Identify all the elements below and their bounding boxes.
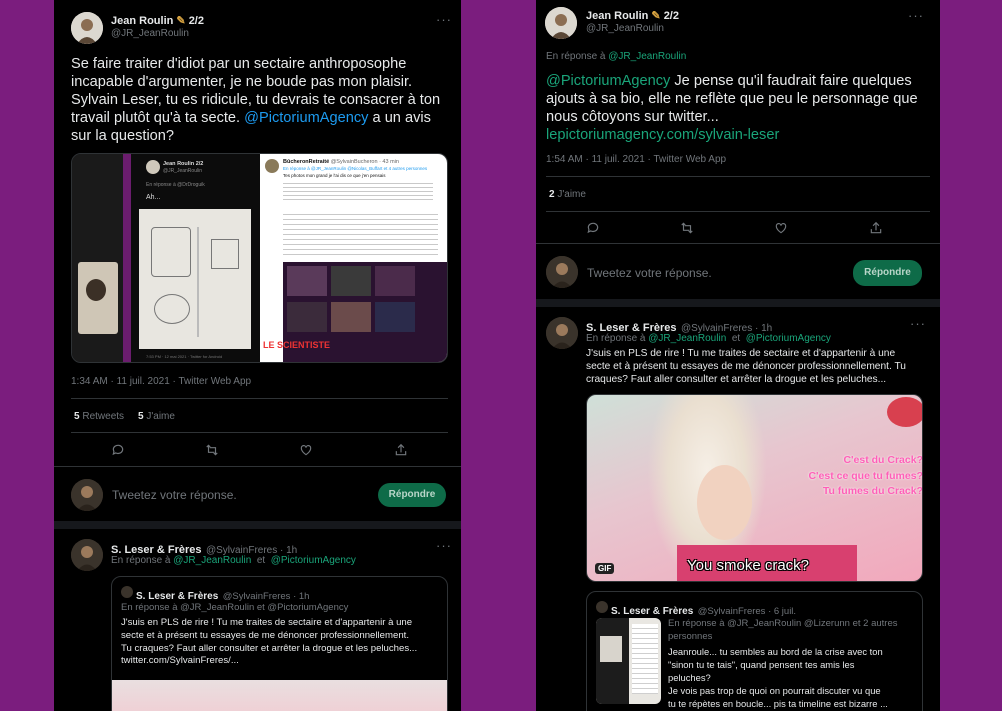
my-avatar[interactable] — [546, 256, 578, 288]
gif-badge: GIF — [595, 563, 615, 574]
divider — [546, 211, 930, 212]
quote-avatar — [596, 601, 608, 613]
share-icon[interactable] — [394, 443, 408, 457]
section-separator — [536, 299, 940, 307]
tweet-text: @PictoriumAgency Je pense qu'il faudrait… — [546, 72, 936, 144]
mention-link[interactable]: @JR_JeanRoulin — [608, 51, 686, 62]
author-handle[interactable]: @JR_JeanRoulin — [586, 23, 664, 34]
retweet-icon[interactable] — [205, 443, 219, 457]
share-icon[interactable] — [869, 221, 883, 235]
reply-context: En réponse à @JR_JeanRoulin et @Pictoriu… — [586, 333, 831, 344]
reply-gif[interactable]: C'est du Crack? C'est ce que tu fumes? T… — [586, 394, 923, 582]
reply-icon[interactable] — [586, 221, 600, 235]
quote-reply-context: En réponse à @JR_JeanRoulin @Lizerunn et… — [668, 618, 898, 642]
right-tweet-panel: Jean Roulin ✎ 2/2 @JR_JeanRoulin ··· En … — [536, 0, 940, 711]
gif-text: C'est du Crack? C'est ce que tu fumes? T… — [808, 454, 923, 497]
author-handle[interactable]: @JR_JeanRoulin — [111, 28, 189, 39]
reply-context: En réponse à @JR_JeanRoulin — [546, 51, 687, 62]
mention-link[interactable]: @PictoriumAgency — [244, 110, 368, 126]
phone-photo — [72, 154, 123, 362]
retweets-count[interactable]: 5 Retweets — [74, 411, 124, 422]
tweet-text: Se faire traiter d'idiot par un sectaire… — [71, 56, 441, 144]
quote-reply-context: En réponse à @JR_JeanRoulin et @Pictoriu… — [121, 602, 349, 613]
quote-text: J'suis en PLS de rire ! Tu me traites de… — [121, 617, 418, 667]
quote-gif-preview — [112, 680, 447, 711]
reply-button[interactable]: Répondre — [853, 260, 922, 286]
reply-icon[interactable] — [111, 443, 125, 457]
quoted-tweet[interactable]: S. Leser & Frères @SylvainFreres · 1h En… — [111, 576, 448, 711]
author-name[interactable]: Jean Roulin ✎ 2/2 — [111, 14, 204, 27]
mention-link[interactable]: @PictoriumAgency — [546, 73, 670, 89]
like-icon[interactable] — [299, 443, 313, 457]
divider — [546, 176, 930, 177]
quote-text: Jeanroule... tu sembles au bord de la cr… — [668, 646, 888, 709]
syringe-icon: ✎ — [651, 10, 661, 22]
more-options-icon[interactable]: ··· — [908, 8, 924, 23]
quote-author: S. Leser & Frères @SylvainFreres · 6 jui… — [611, 606, 797, 617]
mention-link[interactable]: @PictoriumAgency — [746, 333, 831, 344]
quote-thumbnail — [596, 618, 661, 704]
mention-link[interactable]: @PictoriumAgency — [271, 555, 356, 566]
likes-count[interactable]: 5 J'aime — [138, 411, 175, 422]
more-options-icon[interactable]: ··· — [436, 538, 452, 553]
tweet-image[interactable]: Jean Roulin 2/2 @JR_JeanRoulin En répons… — [71, 153, 448, 363]
reply-author-avatar[interactable] — [546, 317, 578, 349]
author-avatar[interactable] — [545, 7, 577, 39]
section-separator — [54, 521, 461, 529]
reply-button[interactable]: Répondre — [378, 483, 446, 507]
syringe-icon: ✎ — [176, 15, 186, 27]
likes-count[interactable]: 2 J'aime — [549, 189, 586, 200]
mention-link[interactable]: @JR_JeanRoulin — [173, 555, 251, 566]
reply-author-avatar[interactable] — [71, 539, 103, 571]
embedded-thread-screenshot: BûcheronRetraité @SylvainBucheron · 43 m… — [260, 154, 447, 362]
more-options-icon[interactable]: ··· — [436, 12, 452, 27]
my-avatar[interactable] — [71, 479, 103, 511]
divider — [536, 243, 940, 244]
author-name[interactable]: Jean Roulin ✎ 2/2 — [586, 9, 679, 22]
divider — [54, 466, 461, 467]
reply-input[interactable]: Tweetez votre réponse. — [112, 488, 237, 502]
mention-link[interactable]: @JR_JeanRoulin — [648, 333, 726, 344]
left-tweet-panel: Jean Roulin ✎ 2/2 @JR_JeanRoulin ··· Se … — [54, 0, 461, 711]
divider — [71, 398, 448, 399]
reply-context: En réponse à @JR_JeanRoulin et @Pictoriu… — [111, 555, 356, 566]
reply-input[interactable]: Tweetez votre réponse. — [587, 266, 712, 280]
retweet-icon[interactable] — [680, 221, 694, 235]
like-icon[interactable] — [774, 221, 788, 235]
external-link[interactable]: lepictoriumagency.com/sylvain-leser — [546, 126, 936, 144]
more-options-icon[interactable]: ··· — [910, 316, 926, 331]
meme-collage: LE SCIENTISTE — [263, 262, 447, 362]
author-avatar[interactable] — [71, 12, 103, 44]
quoted-tweet[interactable]: S. Leser & Frères @SylvainFreres · 6 jui… — [586, 591, 923, 711]
embedded-tweet-screenshot: Jean Roulin 2/2 @JR_JeanRoulin En répons… — [131, 154, 260, 362]
divider — [71, 432, 448, 433]
quote-avatar — [121, 586, 133, 598]
reply-text: J'suis en PLS de rire ! Tu me traites de… — [586, 348, 906, 385]
tweet-timestamp[interactable]: 1:34 AM · 11 juil. 2021 · Twitter Web Ap… — [71, 376, 251, 387]
gif-caption: You smoke crack? — [687, 557, 810, 574]
tweet-timestamp[interactable]: 1:54 AM · 11 juil. 2021 · Twitter Web Ap… — [546, 154, 726, 165]
